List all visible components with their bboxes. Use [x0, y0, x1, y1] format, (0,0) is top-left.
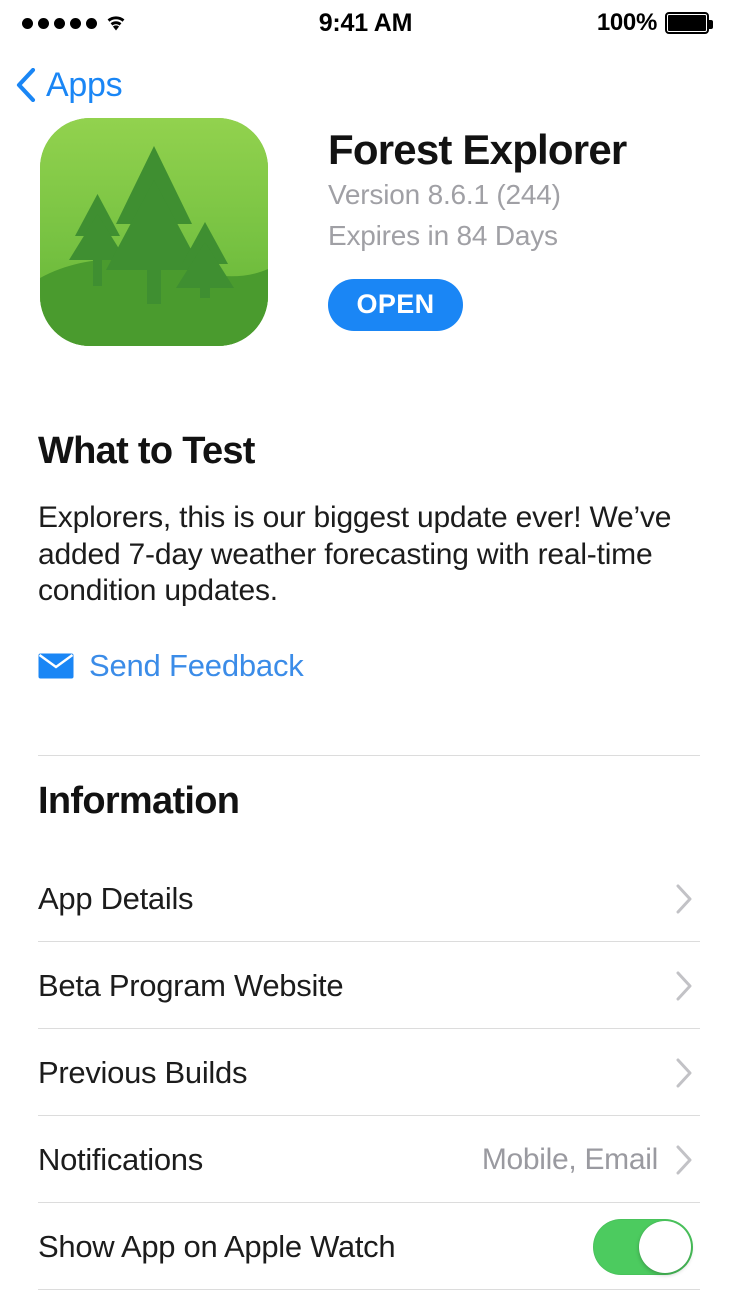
forest-explorer-app-icon [40, 118, 268, 346]
open-button[interactable]: OPEN [328, 278, 463, 331]
list-item-app-details[interactable]: App Details [0, 855, 731, 942]
chevron-left-icon [16, 68, 36, 102]
back-button[interactable]: Apps [16, 65, 123, 105]
app-header: Forest Explorer Version 8.6.1 (244) Expi… [0, 118, 731, 346]
list-item-value: Mobile, Email [481, 1142, 658, 1176]
chevron-right-icon [676, 971, 692, 1000]
testflight-app-detail-screen: 9:41 AM 100% Apps Forest Explorer Versio… [0, 0, 731, 1315]
app-version-label: Version 8.6.1 (244) [328, 178, 561, 210]
list-item-notifications[interactable]: Notifications Mobile, Email [0, 1116, 731, 1203]
what-to-test-section: What to Test Explorers, this is our bigg… [38, 430, 700, 684]
list-item-label: Show App on Apple Watch [38, 1228, 396, 1264]
chevron-right-icon [676, 1145, 692, 1174]
app-expiry-label: Expires in 84 Days [328, 219, 558, 251]
row-separator [38, 1289, 700, 1290]
release-notes-text: Explorers, this is our biggest update ev… [38, 501, 672, 608]
what-to-test-heading: What to Test [38, 430, 255, 472]
list-item-label: Notifications [38, 1141, 203, 1177]
list-item-label: Previous Builds [38, 1054, 248, 1090]
navigation-bar: Apps [0, 56, 731, 114]
list-item-beta-program-website[interactable]: Beta Program Website [0, 942, 731, 1029]
information-list: App Details Beta Program Website Previou… [0, 855, 731, 1290]
list-item-show-app-on-apple-watch: Show App on Apple Watch [0, 1203, 731, 1290]
section-divider [38, 755, 700, 756]
show-app-on-apple-watch-toggle[interactable] [593, 1218, 693, 1275]
chevron-right-icon [676, 884, 692, 913]
list-item-label: Beta Program Website [38, 967, 344, 1003]
status-bar: 9:41 AM 100% [0, 0, 731, 46]
battery-full-icon [665, 12, 713, 34]
information-heading: Information [38, 780, 240, 822]
send-feedback-label: Send Feedback [89, 647, 304, 683]
app-title: Forest Explorer [328, 126, 627, 173]
list-item-previous-builds[interactable]: Previous Builds [0, 1029, 731, 1116]
toggle-knob [639, 1220, 691, 1273]
list-item-label: App Details [38, 880, 194, 916]
battery-percent-label: 100% [596, 9, 657, 36]
chevron-right-icon [676, 1058, 692, 1087]
back-button-label: Apps [46, 65, 123, 104]
envelope-icon [38, 653, 74, 679]
send-feedback-link[interactable]: Send Feedback [38, 648, 304, 684]
app-meta: Forest Explorer Version 8.6.1 (244) Expi… [268, 118, 627, 346]
status-bar-right: 100% [366, 9, 713, 37]
